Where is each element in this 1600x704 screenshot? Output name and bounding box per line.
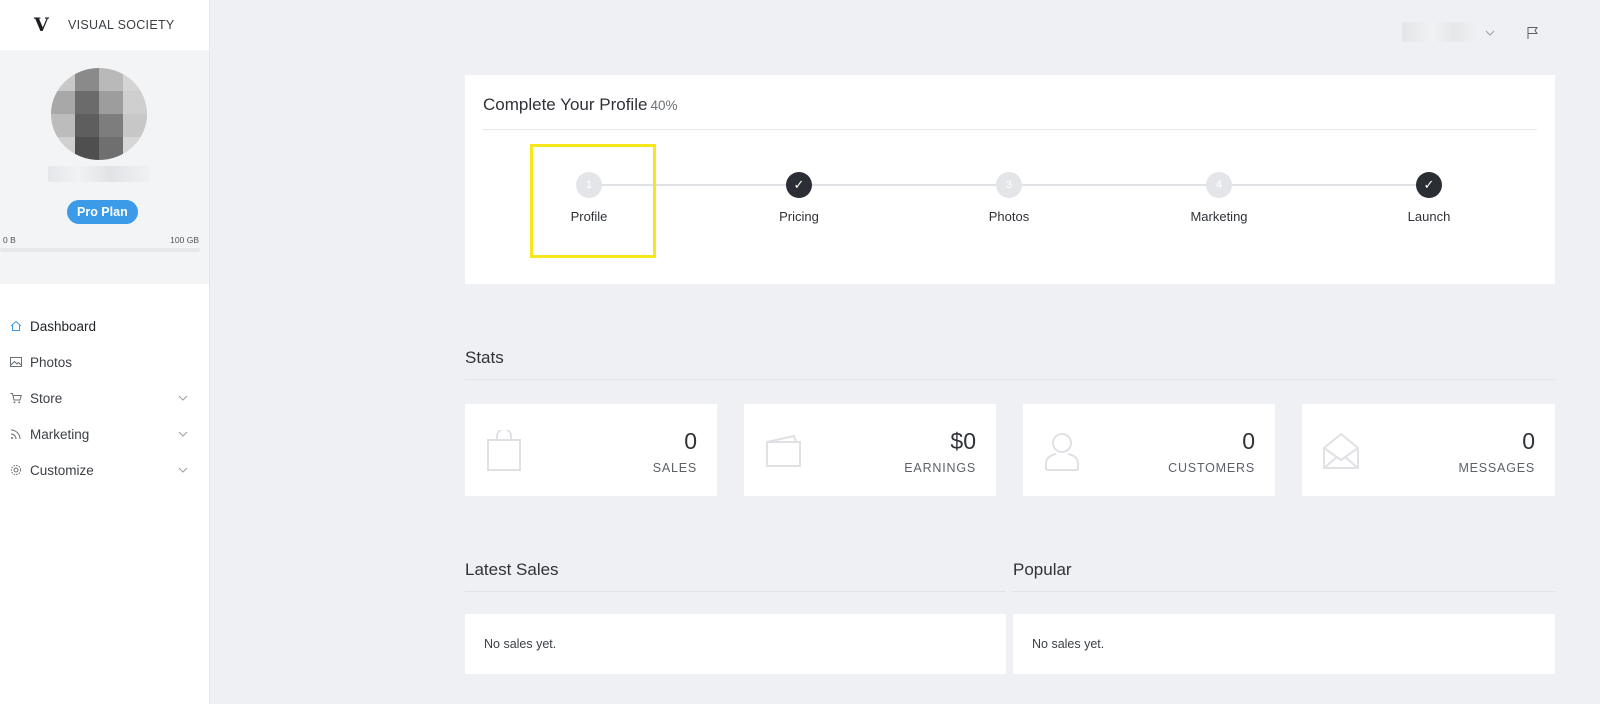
sidebar-item-label: Photos: [30, 354, 73, 370]
chevron-down-icon[interactable]: [178, 429, 188, 439]
step-label-marketing[interactable]: Marketing: [1159, 209, 1279, 224]
sidebar-nav: Dashboard Photos Store Marketing Customi…: [0, 308, 209, 488]
avatar[interactable]: [51, 68, 147, 160]
empty-state-text: No sales yet.: [1032, 637, 1105, 651]
stat-value: 0: [684, 428, 697, 454]
step-3-circle[interactable]: 3: [996, 172, 1022, 198]
flag-icon[interactable]: [1526, 26, 1540, 40]
stat-label: MESSAGES: [1458, 461, 1535, 475]
step-2-check-icon[interactable]: ✓: [786, 172, 812, 198]
step-label-photos[interactable]: Photos: [949, 209, 1069, 224]
image-icon: [10, 356, 22, 368]
latest-sales-title: Latest Sales: [465, 560, 559, 579]
divider: [465, 379, 1555, 380]
stat-value: 0: [1242, 428, 1255, 454]
complete-profile-card: Complete Your Profile 40% 1 ✓ 3 4 ✓ Profi…: [465, 75, 1555, 284]
stat-card-earnings[interactable]: $0 EARNINGS: [744, 404, 996, 496]
brand-logo-icon: V: [34, 14, 49, 36]
step-label-pricing[interactable]: Pricing: [739, 209, 859, 224]
user-menu-redacted[interactable]: [1402, 22, 1476, 42]
sidebar-item-marketing[interactable]: Marketing: [0, 416, 209, 452]
chevron-down-icon[interactable]: [178, 393, 188, 403]
stat-label: CUSTOMERS: [1168, 461, 1255, 475]
stat-label: SALES: [652, 461, 697, 475]
complete-profile-heading: Complete Your Profile: [483, 95, 648, 114]
brand-header[interactable]: V VISUAL SOCIETY: [0, 0, 209, 50]
stat-card-sales[interactable]: 0 SALES: [465, 404, 717, 496]
sidebar-item-label: Dashboard: [30, 318, 97, 334]
username-redacted: [48, 166, 150, 182]
step-4-circle[interactable]: 4: [1206, 172, 1232, 198]
cart-icon: [10, 392, 22, 404]
storage-bar: [0, 248, 200, 252]
stats-title: Stats: [465, 348, 504, 367]
step-label-launch[interactable]: Launch: [1369, 209, 1489, 224]
chevron-down-icon[interactable]: [178, 465, 188, 475]
sidebar-item-store[interactable]: Store: [0, 380, 209, 416]
sidebar-item-label: Store: [30, 390, 63, 406]
profile-card: Pro Plan 0 B 100 GB: [0, 50, 209, 284]
step-5-check-icon[interactable]: ✓: [1416, 172, 1442, 198]
shopping-bag-icon: [487, 430, 521, 471]
divider: [483, 129, 1537, 130]
wallet-icon: [766, 434, 801, 467]
profile-percent: 40%: [650, 98, 678, 113]
popular-panel: No sales yet.: [1013, 614, 1555, 674]
sidebar-item-customize[interactable]: Customize: [0, 452, 209, 488]
complete-profile-title: Complete Your Profile 40%: [483, 95, 677, 115]
divider: [1013, 591, 1555, 592]
stat-card-customers[interactable]: 0 CUSTOMERS: [1023, 404, 1275, 496]
stat-value: 0: [1522, 428, 1535, 454]
sidebar-item-label: Marketing: [30, 426, 90, 442]
gear-icon: [10, 464, 22, 476]
envelope-icon: [1323, 432, 1359, 469]
sidebar-item-photos[interactable]: Photos: [0, 344, 209, 380]
highlight-box: [530, 144, 656, 258]
sidebar-item-dashboard[interactable]: Dashboard: [0, 308, 209, 344]
storage-min-label: 0 B: [3, 235, 16, 245]
stat-card-messages[interactable]: 0 MESSAGES: [1302, 404, 1555, 496]
sidebar-item-label: Customize: [30, 462, 94, 478]
empty-state-text: No sales yet.: [484, 637, 557, 651]
storage-max-label: 100 GB: [170, 235, 199, 245]
pro-plan-badge[interactable]: Pro Plan: [67, 200, 138, 224]
stat-value: $0: [950, 428, 976, 454]
divider: [465, 591, 1006, 592]
home-icon: [10, 320, 22, 332]
user-icon: [1045, 433, 1079, 471]
brand-name: VISUAL SOCIETY: [68, 18, 175, 32]
stat-label: EARNINGS: [904, 461, 976, 475]
chevron-down-icon[interactable]: [1485, 29, 1495, 37]
sidebar: V VISUAL SOCIETY Pro Plan 0 B 100 GB Das…: [0, 0, 210, 704]
latest-sales-panel: No sales yet.: [465, 614, 1006, 674]
popular-title: Popular: [1013, 560, 1072, 579]
rss-icon: [10, 428, 22, 440]
